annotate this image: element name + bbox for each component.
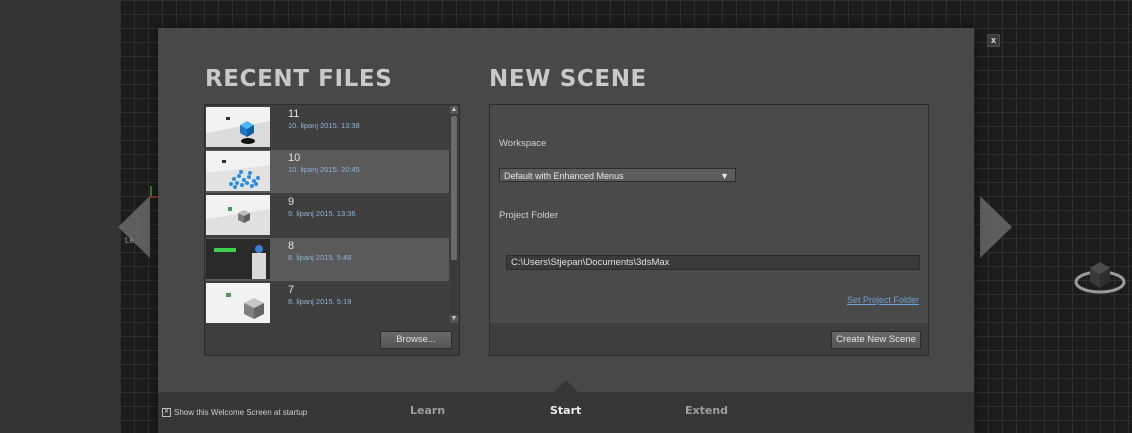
project-folder-field[interactable]: C:\Users\Stjepan\Documents\3dsMax [506,255,920,270]
show-at-startup-checkbox[interactable]: ✕ Show this Welcome Screen at startup [162,408,308,418]
recent-file-name: 10 [288,152,301,164]
grey-box-thumbnail [206,283,270,323]
show-at-startup-label: Show this Welcome Screen at startup [174,408,308,417]
chevron-down-icon: ▼ [720,171,729,181]
project-folder-label: Project Folder [499,210,559,221]
recent-files-list: 11 10. lipanj 2015. 13:38 10 10. lipanj … [206,106,449,324]
close-icon[interactable]: x [987,34,1000,47]
next-slide-arrow-icon[interactable] [980,196,1012,258]
scroll-down-icon[interactable]: ▼ [450,315,458,323]
checkbox-icon[interactable]: ✕ [162,408,171,418]
recent-file-date: 10. lipanj 2015. 20:45 [288,165,360,174]
recent-file-item[interactable]: 7 8. lipanj 2015. 5:19 [206,282,449,325]
active-tab-indicator [554,380,578,392]
set-project-folder-link[interactable]: Set Project Folder [847,295,919,305]
recent-file-name: 9 [288,196,295,208]
browse-button[interactable]: Browse... [380,331,452,349]
blue-cube-thumbnail [206,107,270,147]
tab-start[interactable]: Start [550,404,581,417]
green-bar-thumbnail [206,239,270,279]
new-scene-settings: Workspace Default with Enhanced Menus ▼ … [490,105,928,323]
welcome-dialog: RECENT FILES NEW SCENE 11 10. lipanj 201… [158,28,974,433]
viewport-label: Le [125,236,134,245]
recent-file-name: 7 [288,284,295,296]
recent-file-item[interactable]: 9 9. lipanj 2015. 13:36 [206,194,449,237]
recent-file-item[interactable]: 10 10. lipanj 2015. 20:45 [206,150,449,193]
recent-file-item[interactable]: 11 10. lipanj 2015. 13:38 [206,106,449,149]
recent-file-name: 11 [288,108,300,120]
workspace-label: Workspace [499,138,547,149]
new-scene-title: NEW SCENE [489,66,647,92]
scroll-thumb[interactable] [451,116,457,260]
recent-files-title: RECENT FILES [205,66,393,92]
scroll-up-icon[interactable]: ▲ [450,106,458,114]
create-new-scene-button[interactable]: Create New Scene [831,331,921,349]
recent-file-item[interactable]: 8 8. lipanj 2015. 5:48 [206,238,449,281]
recent-files-panel: 11 10. lipanj 2015. 13:38 10 10. lipanj … [204,104,460,356]
recent-file-name: 8 [288,240,295,252]
left-panel-background [0,0,120,433]
recent-files-scrollbar[interactable]: ▲ ▼ [450,106,458,323]
recent-file-date: 8. lipanj 2015. 5:19 [288,297,352,306]
new-scene-panel: Workspace Default with Enhanced Menus ▼ … [489,104,929,356]
recent-file-date: 9. lipanj 2015. 13:36 [288,209,356,218]
recent-file-date: 8. lipanj 2015. 5:48 [288,253,352,262]
tab-extend[interactable]: Extend [685,404,728,417]
previous-slide-arrow-icon[interactable] [118,196,150,258]
workspace-dropdown[interactable]: Default with Enhanced Menus ▼ [499,168,736,182]
tab-learn[interactable]: Learn [410,404,445,417]
blue-particles-thumbnail [206,151,270,191]
viewcube-icon[interactable] [1074,250,1126,302]
workspace-dropdown-value: Default with Enhanced Menus [504,171,624,181]
recent-file-date: 10. lipanj 2015. 13:38 [288,121,360,130]
grey-cube-thumbnail [206,195,270,235]
